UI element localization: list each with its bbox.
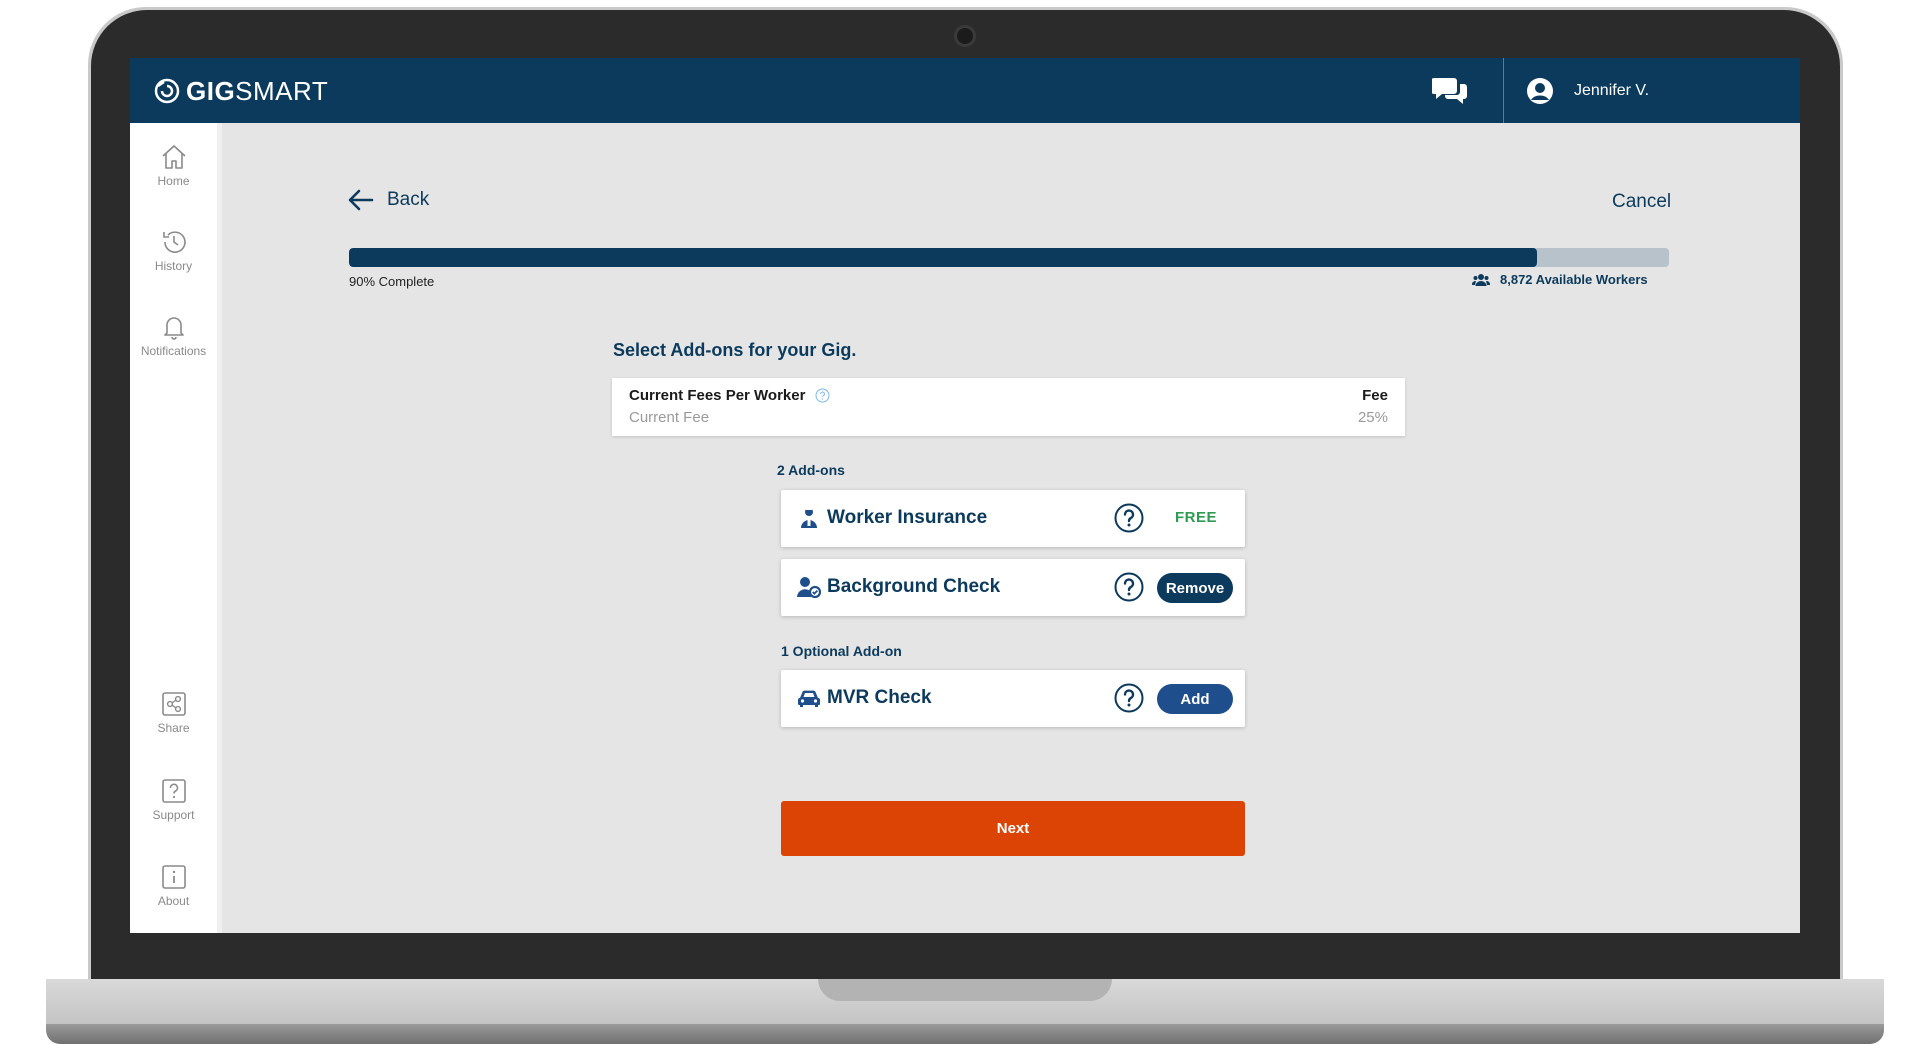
camera xyxy=(954,25,976,47)
fee-column-title: Fee xyxy=(1362,387,1388,404)
help-circle-icon[interactable] xyxy=(1114,503,1144,533)
arrow-left-icon xyxy=(348,189,374,211)
users-icon xyxy=(1472,273,1490,286)
background-check-icon xyxy=(797,577,821,598)
fee-subtitle: Current Fee xyxy=(629,409,710,426)
sidebar-item-label: About xyxy=(157,894,190,908)
selected-addons-label: 2 Add-ons xyxy=(777,462,845,478)
fee-value: 25% xyxy=(1357,409,1388,426)
next-button[interactable]: Next xyxy=(781,801,1245,856)
worker-insurance-icon xyxy=(801,508,817,528)
user-name: Jennifer V. xyxy=(1574,82,1650,99)
sidebar-item-support[interactable]: Support xyxy=(130,776,217,822)
car-icon xyxy=(798,690,820,707)
addon-card-worker-insurance: Worker Insurance FREE xyxy=(781,490,1245,547)
top-bar: GIG SMART Jennifer V. xyxy=(130,58,1800,123)
progress-label: 90% Complete xyxy=(349,274,435,289)
cancel-link[interactable]: Cancel xyxy=(1612,191,1671,213)
bell-icon xyxy=(163,317,184,340)
app-screen: GIG SMART Jennifer V. Home History Notif… xyxy=(130,58,1800,933)
sidebar-item-label: Notifications xyxy=(140,344,207,358)
sidebar-item-label: Support xyxy=(152,808,195,822)
help-circle-icon[interactable] xyxy=(1114,572,1144,602)
logo-text-gig: GIG xyxy=(186,75,236,106)
help-circle-icon[interactable] xyxy=(815,388,830,403)
addon-name: MVR Check xyxy=(827,687,932,708)
sidebar-item-notifications[interactable]: Notifications xyxy=(130,312,217,358)
logo-text-smart: SMART xyxy=(235,75,329,106)
addon-name: Background Check xyxy=(827,576,1001,597)
sidebar-item-label: Share xyxy=(157,721,190,735)
addon-name: Worker Insurance xyxy=(827,507,988,528)
sidebar-item-label: History xyxy=(154,259,193,273)
progress-bar xyxy=(349,248,1669,267)
laptop-notch xyxy=(818,979,1112,1001)
info-icon xyxy=(161,865,186,889)
page-title: Select Add-ons for your Gig. xyxy=(613,340,857,360)
progress-bar-fill xyxy=(349,248,1537,267)
sidebar-item-share[interactable]: Share xyxy=(130,689,217,735)
fee-title: Current Fees Per Worker xyxy=(629,387,830,404)
chat-icon[interactable] xyxy=(1432,75,1468,107)
remove-button[interactable]: Remove xyxy=(1157,573,1233,603)
question-icon xyxy=(161,779,186,803)
user-avatar-icon xyxy=(1527,78,1553,104)
available-workers: 8,872 Available Workers xyxy=(1472,272,1648,287)
help-circle-icon[interactable] xyxy=(1114,683,1144,713)
fee-card: Current Fees Per Worker Current Fee Fee … xyxy=(612,378,1405,436)
back-link[interactable]: Back xyxy=(347,186,429,214)
home-icon xyxy=(161,145,186,169)
back-label: Back xyxy=(387,189,430,210)
gigsmart-logo[interactable]: GIG SMART xyxy=(154,76,328,106)
sidebar: Home History Notifications Share Support… xyxy=(130,123,222,933)
sidebar-item-history[interactable]: History xyxy=(130,227,217,273)
top-bar-divider xyxy=(1503,58,1504,123)
user-menu[interactable]: Jennifer V. xyxy=(1526,75,1649,107)
history-icon xyxy=(162,231,186,253)
fee-title-text: Current Fees Per Worker xyxy=(629,387,806,404)
available-workers-label: 8,872 Available Workers xyxy=(1500,272,1648,287)
optional-addons-label: 1 Optional Add-on xyxy=(781,643,902,659)
sidebar-item-home[interactable]: Home xyxy=(130,142,217,188)
free-badge: FREE xyxy=(1175,509,1218,526)
laptop-base-bottom xyxy=(46,1024,1884,1044)
sidebar-item-about[interactable]: About xyxy=(130,862,217,908)
add-button[interactable]: Add xyxy=(1157,684,1233,714)
gigsmart-logo-icon xyxy=(154,78,180,104)
addon-card-background-check: Background Check Remove xyxy=(781,559,1245,616)
sidebar-item-label: Home xyxy=(157,174,190,188)
share-icon xyxy=(161,692,186,716)
addon-card-mvr-check: MVR Check Add xyxy=(781,670,1245,727)
